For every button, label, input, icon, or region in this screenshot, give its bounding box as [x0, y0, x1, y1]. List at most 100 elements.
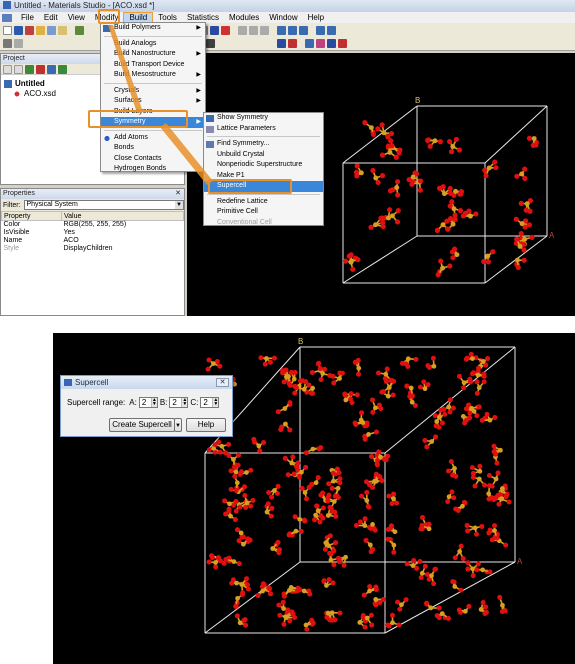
oxygen-atom: [354, 392, 360, 398]
oxygen-atom: [370, 485, 376, 491]
b-spinner[interactable]: 2 ▲ ▼: [169, 397, 189, 408]
metal-atom: [470, 566, 476, 572]
create-options-dropdown[interactable]: ▼: [174, 418, 182, 432]
metal-atom: [366, 432, 371, 437]
oxygen-atom: [245, 586, 251, 592]
oxygen-atom: [460, 556, 466, 562]
help-button[interactable]: Help: [186, 418, 226, 432]
oxygen-atom: [474, 379, 480, 385]
oxygen-atom: [331, 562, 337, 568]
a-label: A:: [129, 398, 137, 407]
metal-atom: [487, 417, 493, 423]
oxygen-atom: [465, 566, 471, 572]
oxygen-atom: [417, 558, 423, 564]
oxygen-atom: [432, 566, 438, 572]
metal-atom: [335, 485, 341, 491]
metal-atom: [325, 513, 331, 518]
oxygen-atom: [228, 468, 234, 474]
spinner-arrows-icon[interactable]: ▲ ▼: [181, 398, 188, 407]
oxygen-atom: [362, 624, 368, 630]
oxygen-atom: [355, 357, 361, 363]
oxygen-atom: [482, 482, 488, 488]
oxygen-atom: [295, 460, 301, 466]
oxygen-atom: [475, 365, 481, 371]
oxygen-atom: [450, 405, 456, 411]
oxygen-atom: [348, 391, 354, 397]
create-supercell-button[interactable]: Create Supercell: [109, 418, 175, 432]
metal-atom: [235, 595, 240, 601]
oxygen-atom: [234, 613, 240, 619]
oxygen-atom: [279, 424, 285, 430]
oxygen-atom: [234, 527, 240, 533]
close-icon[interactable]: ✕: [216, 378, 229, 387]
oxygen-atom: [434, 613, 440, 619]
range-label: Supercell range:: [67, 398, 126, 407]
structure-viewer-2[interactable]: BA Supercell ✕ Supercell range: A: 2 ▲ ▼ B…: [53, 333, 575, 664]
oxygen-atom: [236, 538, 242, 544]
oxygen-atom: [233, 508, 239, 514]
callout-arrows: [108, 25, 213, 185]
oxygen-atom: [281, 593, 287, 599]
oxygen-atom: [464, 523, 470, 529]
oxygen-atom: [495, 470, 501, 476]
oxygen-atom: [307, 591, 313, 597]
oxygen-atom: [370, 397, 376, 403]
oxygen-atom: [233, 487, 239, 493]
chevron-down-icon: ▼: [175, 423, 181, 429]
oxygen-atom: [370, 546, 376, 552]
metal-atom: [238, 530, 244, 536]
oxygen-atom: [317, 519, 323, 525]
metal-atom: [439, 611, 445, 616]
oxygen-atom: [333, 540, 339, 546]
metal-atom: [475, 372, 481, 378]
oxygen-atom: [266, 490, 272, 496]
metal-atom: [234, 580, 240, 586]
oxygen-atom: [306, 484, 312, 490]
oxygen-atom: [373, 584, 379, 590]
oxygen-atom: [364, 489, 370, 495]
oxygen-atom: [258, 355, 264, 361]
metal-atom: [429, 573, 434, 579]
spinner-arrows-icon[interactable]: ▲ ▼: [212, 398, 219, 407]
spinner-arrows-icon[interactable]: ▲ ▼: [150, 398, 157, 407]
oxygen-atom: [281, 379, 287, 385]
oxygen-atom: [337, 370, 343, 376]
metal-atom: [315, 508, 321, 514]
oxygen-atom: [237, 504, 243, 510]
metal-atom: [399, 602, 404, 608]
metal-atom: [362, 523, 368, 528]
oxygen-atom: [426, 521, 432, 527]
oxygen-atom: [303, 450, 309, 456]
metal-atom: [231, 559, 237, 564]
metal-atom: [281, 606, 286, 611]
oxygen-atom: [365, 503, 371, 509]
oxygen-atom: [306, 382, 312, 388]
oxygen-atom: [492, 523, 498, 529]
a-spinner[interactable]: 2 ▲ ▼: [138, 397, 158, 408]
oxygen-atom: [421, 379, 427, 385]
oxygen-atom: [506, 499, 512, 505]
oxygen-atom: [206, 559, 212, 565]
oxygen-atom: [487, 527, 493, 533]
oxygen-atom: [259, 584, 265, 590]
c-spinner[interactable]: 2 ▲ ▼: [200, 397, 220, 408]
dialog-title: Supercell: [75, 378, 109, 387]
oxygen-atom: [484, 411, 490, 417]
b-value: 2: [172, 398, 177, 407]
metal-atom: [386, 384, 392, 390]
oxygen-atom: [222, 498, 228, 504]
oxygen-atom: [470, 573, 476, 579]
metal-atom: [426, 526, 432, 532]
oxygen-atom: [491, 449, 497, 455]
oxygen-atom: [370, 409, 376, 415]
oxygen-atom: [411, 558, 417, 564]
metal-atom: [500, 602, 505, 608]
oxygen-atom: [367, 584, 373, 590]
oxygen-atom: [420, 514, 426, 520]
oxygen-atom: [287, 400, 293, 406]
oxygen-atom: [469, 465, 475, 471]
oxygen-atom: [436, 605, 442, 611]
metal-atom: [373, 597, 379, 602]
oxygen-atom: [335, 495, 341, 501]
oxygen-atom: [337, 476, 343, 482]
